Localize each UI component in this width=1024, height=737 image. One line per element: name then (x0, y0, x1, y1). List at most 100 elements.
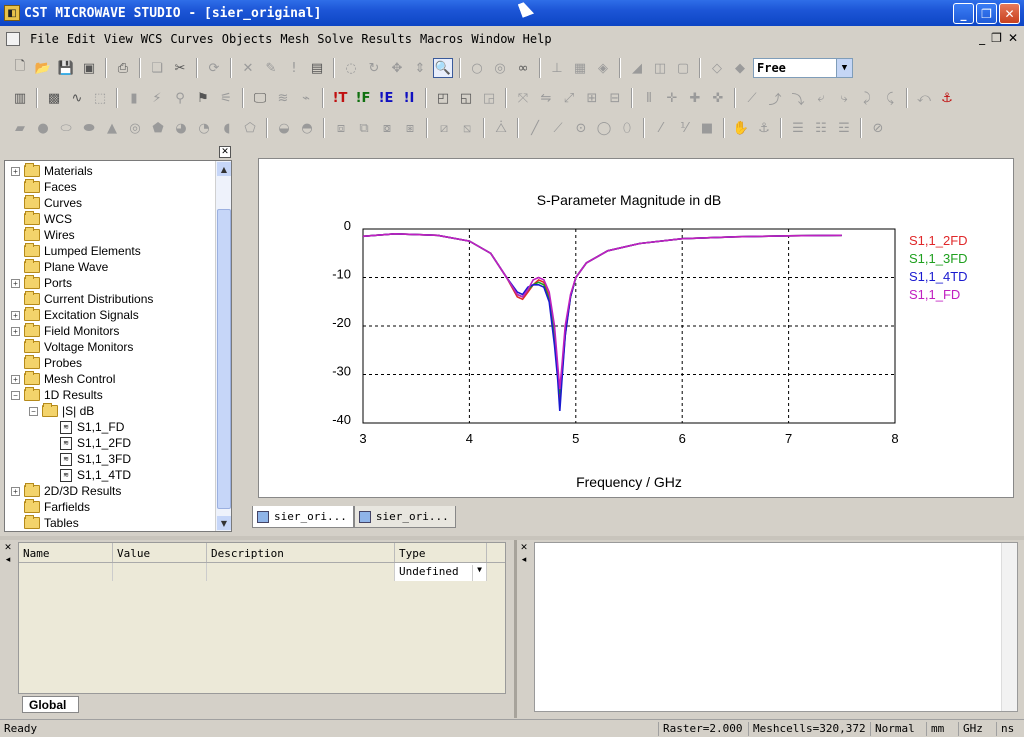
shell-icon[interactable]: ⤹ (880, 88, 900, 108)
curve-trim-icon[interactable]: ⅟ (674, 118, 694, 138)
spin-icon[interactable]: ↻ (364, 58, 384, 78)
properties-icon[interactable]: ☲ (834, 118, 854, 138)
tree-item[interactable]: Faces (11, 179, 77, 195)
stop-icon[interactable]: ⊘ (868, 118, 888, 138)
save-icon[interactable]: 💾 (56, 58, 76, 78)
loft-icon[interactable]: ⤶ (811, 88, 831, 108)
rotate-shape-icon[interactable]: ◕ (171, 118, 191, 138)
menu-objects[interactable]: Objects (218, 32, 277, 46)
parameter-arrow-icon[interactable]: ◂ (2, 554, 14, 566)
bond-wire-icon[interactable]: ◖ (217, 118, 237, 138)
units-icon[interactable]: ▥ (10, 88, 30, 108)
refresh-icon[interactable]: ⟳ (204, 58, 224, 78)
pan-icon[interactable]: ✥ (387, 58, 407, 78)
tree-item[interactable]: + Materials (11, 163, 93, 179)
open-folder-icon[interactable]: 📂 (33, 58, 53, 78)
mdi-close-button[interactable]: ✕ (1008, 31, 1018, 45)
boolean-intersect-icon[interactable]: ⧉ (354, 118, 374, 138)
tree-item[interactable]: ≋ S1,1_FD (47, 419, 124, 435)
pick-edge-icon[interactable]: ✚ (685, 88, 705, 108)
expand-icon[interactable]: + (11, 278, 20, 288)
zoom-fit-icon[interactable]: ◎ (490, 58, 510, 78)
tree-item[interactable]: +2D/3D Results (11, 483, 121, 499)
tree-item[interactable]: Tables (11, 515, 79, 531)
param-value-cell[interactable] (113, 563, 207, 581)
bounding-box-icon[interactable]: ▢ (673, 58, 693, 78)
curve-anchor-icon[interactable]: ⚓ (754, 118, 774, 138)
field-monitor-icon[interactable]: ≋ (273, 88, 293, 108)
chamfer-icon[interactable]: ⤸ (857, 88, 877, 108)
brick-shape-icon[interactable]: ▰ (10, 118, 30, 138)
scale-icon[interactable]: ⤢ (559, 88, 579, 108)
rotate-icon[interactable]: ⤵ (788, 88, 808, 108)
tree-item[interactable]: − 1D Results (11, 387, 103, 403)
scroll-up-icon[interactable]: ▲ (217, 162, 231, 176)
tree-item[interactable]: ≋ S1,1_4TD (47, 467, 131, 483)
rectangle-icon[interactable]: ■ (697, 118, 717, 138)
exclamation-icon[interactable]: ! (284, 58, 304, 78)
expand-icon[interactable]: + (11, 486, 20, 496)
polyline-icon[interactable]: ⟋ (548, 118, 568, 138)
output-close-icon[interactable]: ✕ (518, 542, 530, 554)
ellipse-icon[interactable]: ⬯ (617, 118, 637, 138)
tree-item[interactable]: + Excitation Signals (11, 307, 139, 323)
wireframe-icon[interactable]: ◈ (593, 58, 613, 78)
boolean-insert-icon[interactable]: ⧇ (377, 118, 397, 138)
menu-edit[interactable]: Edit (63, 32, 100, 46)
lumped-icon[interactable]: ⚲ (170, 88, 190, 108)
rotate-view-icon[interactable]: ◌ (341, 58, 361, 78)
app-icon[interactable]: ◧ (4, 5, 20, 21)
chevron-down-icon[interactable]: ▼ (836, 59, 852, 77)
tree-item[interactable]: Current Distributions (11, 291, 153, 307)
cone-shape-icon[interactable]: ▲ (102, 118, 122, 138)
cylinder-shape-icon[interactable]: ⬭ (56, 118, 76, 138)
col-type[interactable]: Type (395, 543, 487, 562)
wire-icon[interactable]: ⚟ (216, 88, 236, 108)
scroll-down-icon[interactable]: ▼ (217, 516, 231, 530)
menu-curves[interactable]: Curves (166, 32, 217, 46)
pick-icon[interactable]: ◢ (627, 58, 647, 78)
tree-item[interactable]: + Ports (11, 275, 72, 291)
new-file-icon[interactable]: 🗋 (10, 58, 30, 78)
mdi-restore-button[interactable]: ❐ (991, 31, 1002, 45)
pick-point-icon[interactable]: ✛ (662, 88, 682, 108)
template-icon[interactable]: ◲ (479, 88, 499, 108)
collapse-icon[interactable]: − (11, 390, 20, 400)
parameter-close-icon[interactable]: ✕ (2, 542, 14, 554)
monitor-icon[interactable]: 🖵 (250, 88, 270, 108)
elliptic-cylinder-icon[interactable]: ⬬ (79, 118, 99, 138)
tree-item[interactable]: Farfields (11, 499, 90, 515)
tree-item[interactable]: Lumped Elements (11, 243, 141, 259)
s-parameter-chart[interactable]: S-Parameter Magnitude in dB Frequency / … (259, 159, 1015, 499)
tree-item[interactable]: Voltage Monitors (11, 339, 133, 355)
circle-icon[interactable]: ◯ (594, 118, 614, 138)
tree-item[interactable]: − |S| dB (29, 403, 94, 419)
spline-icon[interactable]: ⁄ (651, 118, 671, 138)
axes-icon[interactable]: ⊥ (547, 58, 567, 78)
grid-icon[interactable]: ▦ (570, 58, 590, 78)
cut-icon[interactable]: ✂ (170, 58, 190, 78)
list-icon[interactable]: ☰ (788, 118, 808, 138)
vertical-splitter[interactable] (514, 540, 517, 718)
menu-view[interactable]: View (100, 32, 137, 46)
tree-item[interactable]: ≋ S1,1_2FD (47, 435, 131, 451)
mdi-minimize-button[interactable]: _ (979, 31, 985, 45)
expand-icon[interactable]: + (11, 166, 20, 176)
mesh-view-icon[interactable]: ▩ (44, 88, 64, 108)
polygon-shape-icon[interactable]: ⬠ (240, 118, 260, 138)
curve-icon[interactable]: ∿ (67, 88, 87, 108)
optimizer-icon[interactable]: ◱ (456, 88, 476, 108)
collapse-icon[interactable]: − (29, 406, 38, 416)
eigenmode-solver-button[interactable]: !E (376, 88, 396, 108)
transform-icon[interactable]: ⤧ (513, 88, 533, 108)
col-name[interactable]: Name (19, 543, 113, 562)
close-button[interactable]: ✕ (999, 3, 1020, 24)
boolean-subtract-shape-icon[interactable]: ⧆ (400, 118, 420, 138)
mirror-icon[interactable]: ⇋ (536, 88, 556, 108)
horizontal-splitter[interactable] (0, 536, 1024, 540)
loft-shape-icon[interactable]: ◔ (194, 118, 214, 138)
expand-icon[interactable]: + (11, 326, 20, 336)
extrude-icon[interactable]: ⤴ (765, 88, 785, 108)
undo-pick-icon[interactable]: ⤺ (914, 88, 934, 108)
print-icon[interactable]: ⎙ (113, 58, 133, 78)
